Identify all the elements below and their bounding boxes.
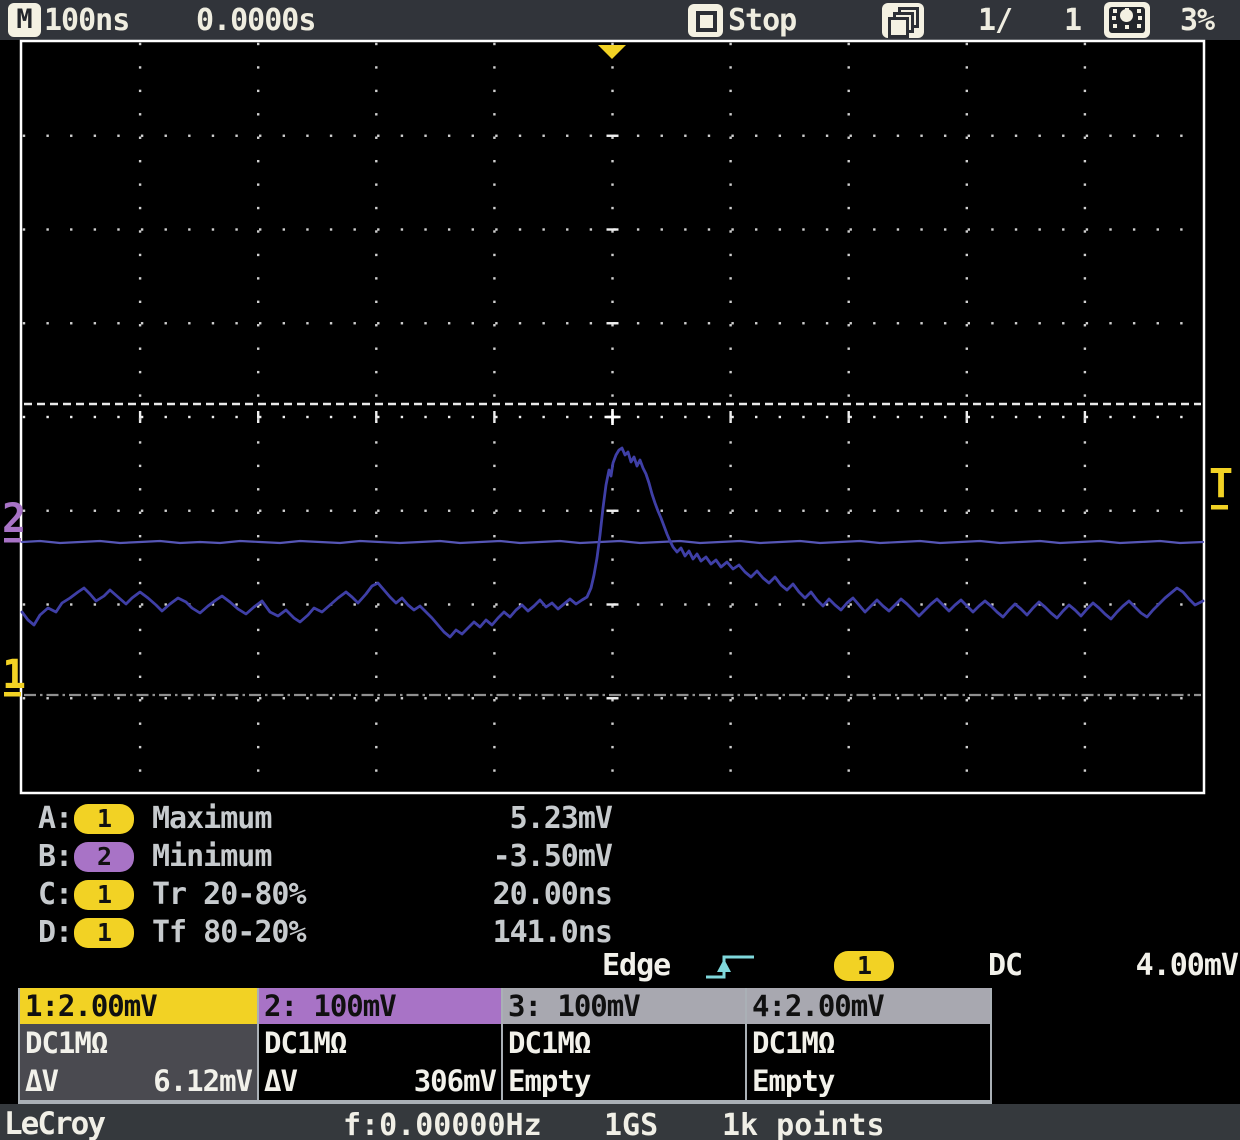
meas-source-badge: 1 [74,804,134,834]
meas-label: C: [38,877,73,912]
channel-4-box[interactable]: 4:2.00mV DC1MΩ Empty [747,988,990,1102]
channel-param-label: ΔV [264,1064,298,1098]
meas-source-badge: 1 [74,918,134,948]
meas-name: Tr 20-80% [152,877,307,912]
record-length-readout: 1k points [722,1108,885,1140]
channel-param-label: Empty [508,1064,591,1098]
channel-3-box[interactable]: 3: 100mV DC1MΩ Empty [503,988,745,1102]
channel-coupling: DC1MΩ [752,1026,835,1060]
svg-text:T: T [1209,461,1233,507]
meas-name: Maximum [152,801,272,836]
meas-value: 20.00ns [492,877,613,912]
channel-param-value: 306mV [413,1064,497,1098]
meas-label: D: [38,915,73,950]
trigger-type: Edge [602,948,671,983]
channel-1-body: DC1MΩ ΔV 6.12mV [20,1024,257,1100]
meas-source-badge: 1 [74,880,134,910]
trigger-frequency-readout: f:0.00000Hz [343,1108,542,1140]
meas-name: Minimum [152,839,272,874]
rising-edge-icon [706,955,754,979]
channel-4-body: DC1MΩ Empty [747,1024,990,1100]
channel-coupling: DC1MΩ [264,1026,347,1060]
channel-param-label: ΔV [25,1064,59,1098]
channel-1-header[interactable]: 1:2.00mV [20,988,257,1024]
channel-3-body: DC1MΩ Empty [503,1024,745,1100]
channel-3-header[interactable]: 3: 100mV [503,988,745,1024]
channel-coupling: DC1MΩ [25,1026,108,1060]
channel-2-body: DC1MΩ ΔV 306mV [259,1024,501,1100]
meas-source-badge: 2 [74,842,134,872]
meas-label: B: [38,839,73,874]
measurement-row-c: C: 1 Tr 20-80% 20.00ns [0,879,640,913]
meas-name: Tf 80-20% [152,915,307,950]
bottom-status-bar: LeCroy f:0.00000Hz 1GS 1k points [0,1104,1240,1140]
trigger-source-badge: 1 [834,951,894,981]
meas-label: A: [38,801,73,836]
channel-4-header[interactable]: 4:2.00mV [747,988,990,1024]
sample-rate-readout: 1GS [604,1108,659,1140]
channel-param-label: Empty [752,1064,835,1098]
channel-coupling: DC1MΩ [508,1026,591,1060]
channel-1-box[interactable]: 1:2.00mV DC1MΩ ΔV 6.12mV [20,988,257,1102]
meas-value: 141.0ns [492,915,613,950]
trigger-level: 4.00mV [1135,948,1239,983]
svg-text:2: 2 [2,496,26,542]
meas-value: 5.23mV [509,801,613,836]
measurement-row-d: D: 1 Tf 80-20% 141.0ns [0,917,640,951]
channel-box-backdrop: 1:2.00mV DC1MΩ ΔV 6.12mV 2: 100mV DC1MΩ … [18,988,992,1104]
channel-2-header[interactable]: 2: 100mV [259,988,501,1024]
channel-2-box[interactable]: 2: 100mV DC1MΩ ΔV 306mV [259,988,501,1102]
svg-text:1: 1 [2,652,26,698]
measurement-row-b: B: 2 Minimum -3.50mV [0,841,640,875]
channel-param-value: 6.12mV [153,1064,253,1098]
measurement-row-a: A: 1 Maximum 5.23mV [0,803,640,837]
trigger-summary-row: Edge 1 DC 4.00mV [0,950,1240,984]
meas-value: -3.50mV [492,839,613,874]
lecroy-logo: LeCroy [4,1106,110,1140]
trigger-coupling: DC [988,948,1023,983]
oscilloscope-screen: M 100ns 0.0000s Stop 1/ 1 3% 21T A: 1 Ma… [0,0,1240,1140]
